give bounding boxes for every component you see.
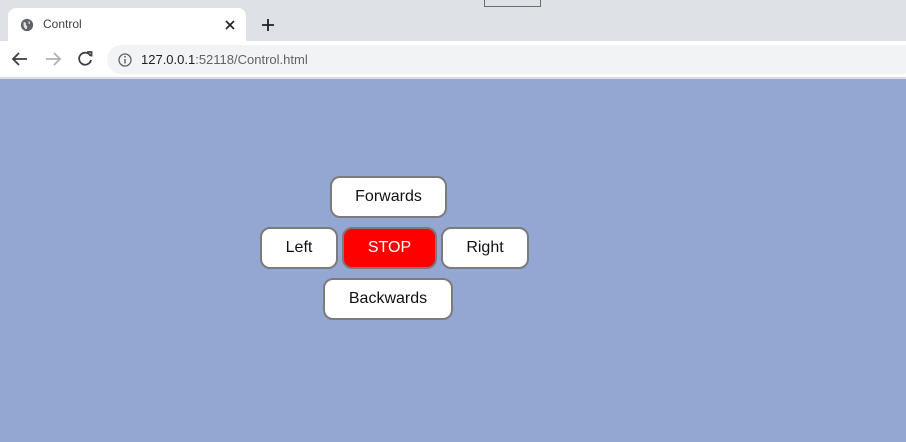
- tab-title: Control: [43, 17, 82, 31]
- close-icon[interactable]: [223, 18, 237, 32]
- reload-icon[interactable]: [75, 49, 95, 69]
- backwards-button[interactable]: Backwards: [323, 278, 453, 320]
- tab-strip: Control: [0, 0, 906, 41]
- browser-toolbar: 127.0.0.1:52118/Control.html: [0, 41, 906, 78]
- address-bar[interactable]: 127.0.0.1:52118/Control.html: [107, 45, 906, 74]
- arrow-right-icon[interactable]: [43, 49, 63, 69]
- info-icon[interactable]: [118, 53, 132, 67]
- forwards-button[interactable]: Forwards: [330, 176, 447, 218]
- url-host: 127.0.0.1: [141, 52, 196, 67]
- stop-button[interactable]: STOP: [342, 227, 437, 269]
- plus-icon[interactable]: [259, 16, 277, 34]
- right-button[interactable]: Right: [441, 227, 529, 269]
- url-text[interactable]: 127.0.0.1:52118/Control.html: [141, 52, 308, 67]
- left-button[interactable]: Left: [260, 227, 338, 269]
- page-content: Forwards Left STOP Right Backwards: [0, 79, 906, 442]
- window-drag-handle[interactable]: [484, 0, 541, 7]
- arrow-left-icon[interactable]: [10, 49, 30, 69]
- url-path: :52118/Control.html: [195, 52, 308, 67]
- browser-tab[interactable]: Control: [8, 8, 246, 41]
- globe-icon: [20, 18, 34, 32]
